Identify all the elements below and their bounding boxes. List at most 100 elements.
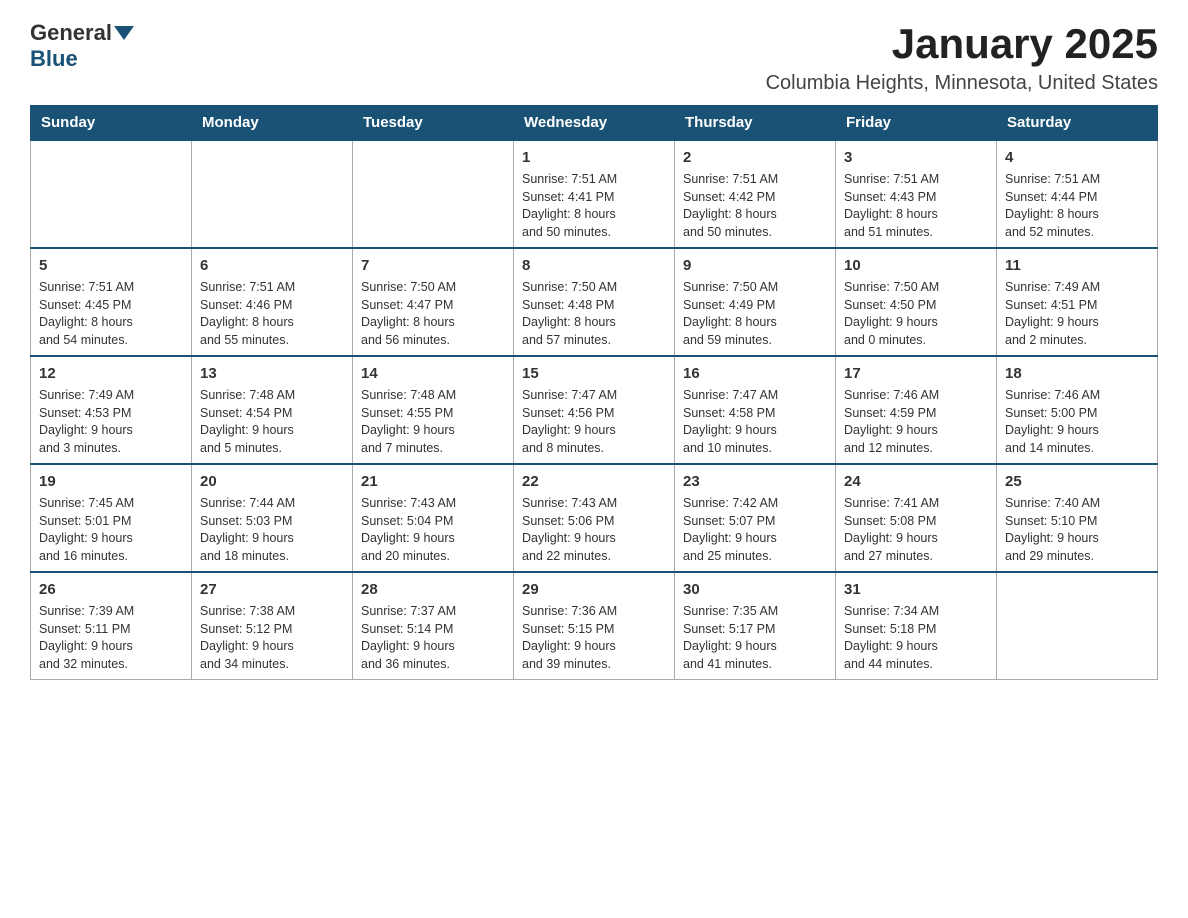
day-number: 19 (39, 471, 183, 492)
day-number: 16 (683, 363, 827, 384)
day-info: Sunrise: 7:45 AM Sunset: 5:01 PM Dayligh… (39, 495, 183, 565)
day-info: Sunrise: 7:47 AM Sunset: 4:58 PM Dayligh… (683, 387, 827, 457)
day-info: Sunrise: 7:37 AM Sunset: 5:14 PM Dayligh… (361, 603, 505, 673)
day-number: 30 (683, 579, 827, 600)
day-number: 26 (39, 579, 183, 600)
day-info: Sunrise: 7:43 AM Sunset: 5:04 PM Dayligh… (361, 495, 505, 565)
calendar-cell: 2 Sunrise: 7:51 AM Sunset: 4:42 PM Daylig… (675, 140, 836, 248)
day-number: 22 (522, 471, 666, 492)
day-info: Sunrise: 7:51 AM Sunset: 4:45 PM Dayligh… (39, 279, 183, 349)
calendar-cell: 24Sunrise: 7:41 AM Sunset: 5:08 PM Dayli… (836, 464, 997, 572)
calendar-week-row: 12Sunrise: 7:49 AM Sunset: 4:53 PM Dayli… (31, 356, 1158, 464)
day-info: Sunrise: 7:46 AM Sunset: 5:00 PM Dayligh… (1005, 387, 1149, 457)
day-number: 27 (200, 579, 344, 600)
day-info: Sunrise: 7:51 AM Sunset: 4:42 PM Dayligh… (683, 171, 827, 241)
calendar-cell: 12Sunrise: 7:49 AM Sunset: 4:53 PM Dayli… (31, 356, 192, 464)
calendar-cell: 1Sunrise: 7:51 AM Sunset: 4:41 PM Daylig… (514, 140, 675, 248)
day-number: 12 (39, 363, 183, 384)
calendar-cell (353, 140, 514, 248)
calendar-header-wednesday: Wednesday (514, 106, 675, 141)
calendar-cell: 28 Sunrise: 7:37 AM Sunset: 5:14 PM Dayli… (353, 572, 514, 680)
day-number: 18 (1005, 363, 1149, 384)
day-info: Sunrise: 7:48 AM Sunset: 4:55 PM Dayligh… (361, 387, 505, 457)
day-number: 15 (522, 363, 666, 384)
day-info: Sunrise: 7:38 AM Sunset: 5:12 PM Dayligh… (200, 603, 344, 673)
day-info: Sunrise: 7:51 AM Sunset: 4:43 PM Dayligh… (844, 171, 988, 241)
day-info: Sunrise: 7:40 AM Sunset: 5:10 PM Dayligh… (1005, 495, 1149, 565)
calendar-cell: 27 Sunrise: 7:38 AM Sunset: 5:12 PM Dayli… (192, 572, 353, 680)
calendar-cell: 21 Sunrise: 7:43 AM Sunset: 5:04 PM Dayli… (353, 464, 514, 572)
calendar-cell: 7Sunrise: 7:50 AM Sunset: 4:47 PM Daylig… (353, 248, 514, 356)
day-number: 25 (1005, 471, 1149, 492)
day-info: Sunrise: 7:46 AM Sunset: 4:59 PM Dayligh… (844, 387, 988, 457)
day-number: 17 (844, 363, 988, 384)
calendar-header-monday: Monday (192, 106, 353, 141)
day-number: 21 (361, 471, 505, 492)
day-info: Sunrise: 7:51 AM Sunset: 4:44 PM Dayligh… (1005, 171, 1149, 241)
calendar-cell: 29 Sunrise: 7:36 AM Sunset: 5:15 PM Dayli… (514, 572, 675, 680)
calendar-cell: 5 Sunrise: 7:51 AM Sunset: 4:45 PM Daylig… (31, 248, 192, 356)
calendar-cell: 14 Sunrise: 7:48 AM Sunset: 4:55 PM Dayli… (353, 356, 514, 464)
calendar-week-row: 19 Sunrise: 7:45 AM Sunset: 5:01 PM Dayli… (31, 464, 1158, 572)
day-number: 10 (844, 255, 988, 276)
day-info: Sunrise: 7:39 AM Sunset: 5:11 PM Dayligh… (39, 603, 183, 673)
calendar-cell: 4Sunrise: 7:51 AM Sunset: 4:44 PM Daylig… (997, 140, 1158, 248)
calendar-cell: 8 Sunrise: 7:50 AM Sunset: 4:48 PM Daylig… (514, 248, 675, 356)
day-number: 28 (361, 579, 505, 600)
calendar-cell: 17 Sunrise: 7:46 AM Sunset: 4:59 PM Dayli… (836, 356, 997, 464)
calendar-cell: 26 Sunrise: 7:39 AM Sunset: 5:11 PM Dayli… (31, 572, 192, 680)
calendar-cell: 23 Sunrise: 7:42 AM Sunset: 5:07 PM Dayli… (675, 464, 836, 572)
calendar-cell (192, 140, 353, 248)
day-info: Sunrise: 7:36 AM Sunset: 5:15 PM Dayligh… (522, 603, 666, 673)
day-number: 24 (844, 471, 988, 492)
day-number: 1 (522, 147, 666, 168)
calendar-header-row: SundayMondayTuesdayWednesdayThursdayFrid… (31, 106, 1158, 141)
day-info: Sunrise: 7:50 AM Sunset: 4:48 PM Dayligh… (522, 279, 666, 349)
day-number: 31 (844, 579, 988, 600)
day-number: 2 (683, 147, 827, 168)
calendar-title: January 2025 (766, 20, 1158, 68)
calendar-week-row: 5 Sunrise: 7:51 AM Sunset: 4:45 PM Daylig… (31, 248, 1158, 356)
title-area: January 2025 Columbia Heights, Minnesota… (766, 20, 1158, 95)
calendar-table: SundayMondayTuesdayWednesdayThursdayFrid… (30, 105, 1158, 680)
calendar-week-row: 26 Sunrise: 7:39 AM Sunset: 5:11 PM Dayli… (31, 572, 1158, 680)
calendar-cell: 6Sunrise: 7:51 AM Sunset: 4:46 PM Daylig… (192, 248, 353, 356)
day-number: 8 (522, 255, 666, 276)
calendar-cell: 19 Sunrise: 7:45 AM Sunset: 5:01 PM Dayli… (31, 464, 192, 572)
logo-arrow-icon (114, 26, 134, 40)
day-info: Sunrise: 7:48 AM Sunset: 4:54 PM Dayligh… (200, 387, 344, 457)
calendar-cell: 25 Sunrise: 7:40 AM Sunset: 5:10 PM Dayli… (997, 464, 1158, 572)
calendar-cell: 10 Sunrise: 7:50 AM Sunset: 4:50 PM Dayli… (836, 248, 997, 356)
calendar-cell (31, 140, 192, 248)
logo-blue-text: Blue (30, 46, 78, 71)
day-info: Sunrise: 7:49 AM Sunset: 4:51 PM Dayligh… (1005, 279, 1149, 349)
calendar-header-thursday: Thursday (675, 106, 836, 141)
day-number: 11 (1005, 255, 1149, 276)
day-number: 13 (200, 363, 344, 384)
logo: General Blue (30, 20, 136, 72)
day-info: Sunrise: 7:34 AM Sunset: 5:18 PM Dayligh… (844, 603, 988, 673)
calendar-cell: 31 Sunrise: 7:34 AM Sunset: 5:18 PM Dayli… (836, 572, 997, 680)
header: General Blue January 2025 Columbia Heigh… (30, 20, 1158, 95)
calendar-cell: 3Sunrise: 7:51 AM Sunset: 4:43 PM Daylig… (836, 140, 997, 248)
calendar-cell: 22 Sunrise: 7:43 AM Sunset: 5:06 PM Dayli… (514, 464, 675, 572)
calendar-week-row: 1Sunrise: 7:51 AM Sunset: 4:41 PM Daylig… (31, 140, 1158, 248)
day-number: 5 (39, 255, 183, 276)
calendar-cell: 11 Sunrise: 7:49 AM Sunset: 4:51 PM Dayli… (997, 248, 1158, 356)
calendar-cell: 15 Sunrise: 7:47 AM Sunset: 4:56 PM Dayli… (514, 356, 675, 464)
calendar-cell: 20Sunrise: 7:44 AM Sunset: 5:03 PM Dayli… (192, 464, 353, 572)
day-number: 7 (361, 255, 505, 276)
calendar-cell: 9Sunrise: 7:50 AM Sunset: 4:49 PM Daylig… (675, 248, 836, 356)
calendar-header-friday: Friday (836, 106, 997, 141)
day-number: 23 (683, 471, 827, 492)
day-info: Sunrise: 7:42 AM Sunset: 5:07 PM Dayligh… (683, 495, 827, 565)
day-number: 29 (522, 579, 666, 600)
day-info: Sunrise: 7:50 AM Sunset: 4:49 PM Dayligh… (683, 279, 827, 349)
logo-general-text: General (30, 20, 112, 46)
calendar-subtitle: Columbia Heights, Minnesota, United Stat… (766, 72, 1158, 95)
calendar-cell: 30Sunrise: 7:35 AM Sunset: 5:17 PM Dayli… (675, 572, 836, 680)
day-info: Sunrise: 7:47 AM Sunset: 4:56 PM Dayligh… (522, 387, 666, 457)
day-number: 14 (361, 363, 505, 384)
day-info: Sunrise: 7:43 AM Sunset: 5:06 PM Dayligh… (522, 495, 666, 565)
day-info: Sunrise: 7:50 AM Sunset: 4:50 PM Dayligh… (844, 279, 988, 349)
